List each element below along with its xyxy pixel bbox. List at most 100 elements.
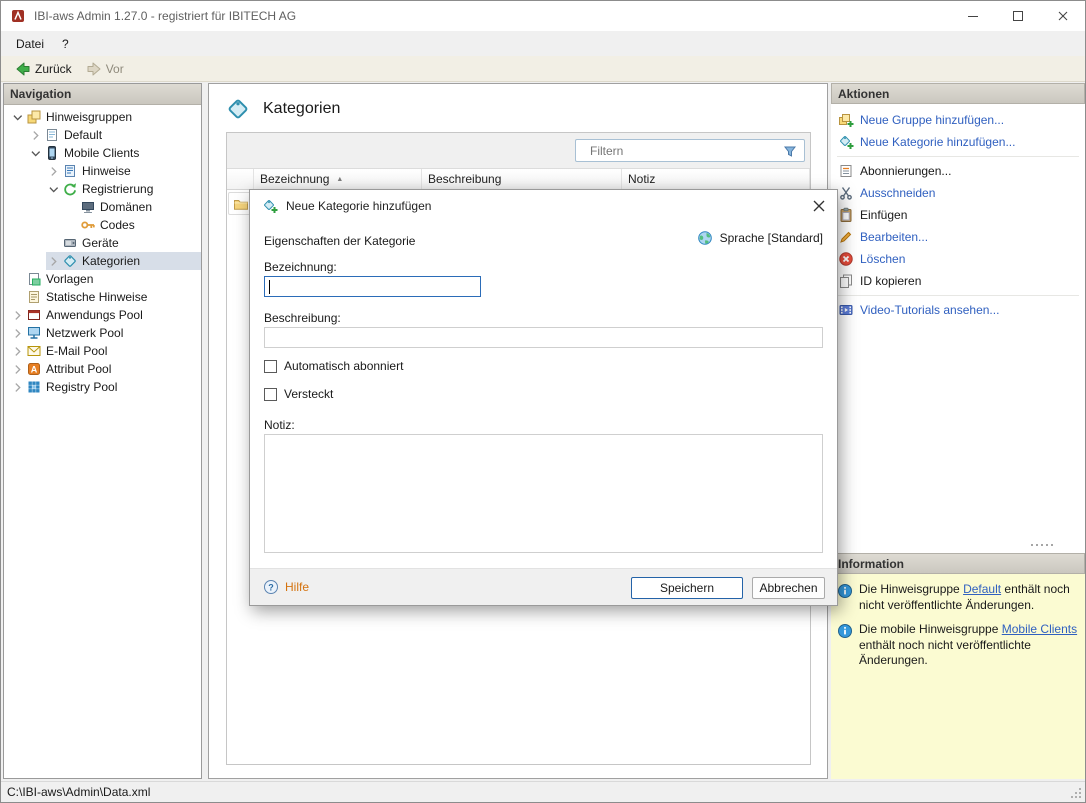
key-icon: [80, 217, 96, 233]
column-header-bezeichnung[interactable]: Bezeichnung▲: [254, 169, 422, 189]
versteckt-label: Versteckt: [284, 387, 333, 401]
info-link-default[interactable]: Default: [963, 582, 1001, 596]
action-einf-gen[interactable]: Einfügen: [831, 204, 1085, 226]
back-button[interactable]: Zurück: [9, 59, 78, 79]
tree-item-registrierung[interactable]: Registrierung: [46, 180, 201, 198]
forward-button[interactable]: Vor: [80, 59, 130, 79]
tree-item-netzwerk-pool[interactable]: Netzwerk Pool: [10, 324, 201, 342]
info-link-mobile-clients[interactable]: Mobile Clients: [1002, 622, 1077, 636]
menu-datei[interactable]: Datei: [7, 34, 53, 54]
chevron-spacer: [64, 200, 79, 215]
tree-item-vorlagen[interactable]: Vorlagen: [10, 270, 201, 288]
titlebar: IBI-aws Admin 1.27.0 - registriert für I…: [1, 1, 1085, 31]
chevron-right-icon[interactable]: [10, 326, 25, 341]
action-id-kopieren[interactable]: ID kopieren: [831, 270, 1085, 292]
tree-item-label: Domänen: [100, 199, 156, 215]
video-icon: [838, 302, 854, 318]
info-text: Die Hinweisgruppe Default enthält noch n…: [859, 582, 1079, 613]
tree-row: E-Mail Pool: [4, 342, 201, 360]
help-link[interactable]: ? Hilfe: [263, 579, 309, 595]
tree-item-statische-hinweise[interactable]: Statische Hinweise: [10, 288, 201, 306]
menubar: Datei ?: [1, 31, 1085, 56]
tree-row: Vorlagen: [4, 270, 201, 288]
action-bearbeiten[interactable]: Bearbeiten...: [831, 226, 1085, 248]
chevron-right-icon[interactable]: [46, 254, 61, 269]
chevron-down-icon[interactable]: [46, 182, 61, 197]
tree-row: Netzwerk Pool: [4, 324, 201, 342]
tree-item-attribut-pool[interactable]: AAttribut Pool: [10, 360, 201, 378]
beschreibung-input[interactable]: [264, 327, 823, 348]
column-header-notiz[interactable]: Notiz: [622, 169, 810, 189]
action-l-schen[interactable]: Löschen: [831, 248, 1085, 270]
filter-icon[interactable]: [782, 143, 798, 159]
maximize-icon: [1010, 8, 1026, 24]
app-logo-icon: [10, 8, 26, 24]
copy-icon: [838, 273, 854, 289]
action-label: ID kopieren: [860, 274, 921, 288]
tree-row: Registry Pool: [4, 378, 201, 396]
tree-item-mobile-clients[interactable]: Mobile Clients: [28, 144, 201, 162]
edit-icon: [838, 229, 854, 245]
notiz-textarea[interactable]: [264, 434, 823, 553]
menu-help[interactable]: ?: [53, 34, 78, 54]
chevron-down-icon[interactable]: [28, 146, 43, 161]
action-neue-kategorie-hinzuf-gen[interactable]: Neue Kategorie hinzufügen...: [831, 131, 1085, 153]
tree-item-ger-te[interactable]: Geräte: [46, 234, 201, 252]
versteckt-checkbox[interactable]: [264, 388, 277, 401]
action-label: Einfügen: [860, 208, 907, 222]
action-neue-gruppe-hinzuf-gen[interactable]: Neue Gruppe hinzufügen...: [831, 109, 1085, 131]
save-button[interactable]: Speichern: [631, 577, 743, 599]
tree-item-anwendungs-pool[interactable]: Anwendungs Pool: [10, 306, 201, 324]
chevron-right-icon[interactable]: [28, 128, 43, 143]
cancel-button[interactable]: Abbrechen: [752, 577, 825, 599]
close-button[interactable]: [1040, 1, 1085, 30]
tree-row: Registrierung: [4, 180, 201, 198]
close-icon[interactable]: [811, 198, 827, 214]
separator: [837, 295, 1079, 296]
automatisch-abonniert-row: Automatisch abonniert: [264, 359, 403, 373]
action-label: Neue Kategorie hinzufügen...: [860, 135, 1015, 149]
column-header-icon[interactable]: [227, 169, 254, 189]
window-resize-grip[interactable]: [1069, 786, 1083, 800]
chevron-spacer: [10, 272, 25, 287]
bezeichnung-input[interactable]: [264, 276, 481, 297]
action-abonnierungen[interactable]: Abonnierungen...: [831, 160, 1085, 182]
chevron-right-icon[interactable]: [10, 380, 25, 395]
actions-header: Aktionen: [831, 83, 1085, 104]
chevron-right-icon[interactable]: [10, 308, 25, 323]
column-label: Bezeichnung: [260, 172, 329, 186]
column-label: Notiz: [628, 172, 655, 186]
forward-button-label: Vor: [106, 62, 124, 76]
tree-row: Mobile Clients: [4, 144, 201, 162]
attribute-icon: A: [26, 361, 42, 377]
tree-item-registry-pool[interactable]: Registry Pool: [10, 378, 201, 396]
chevron-right-icon[interactable]: [46, 164, 61, 179]
tree-item-hinweise[interactable]: Hinweise: [46, 162, 201, 180]
language-selector[interactable]: Sprache [Standard]: [697, 230, 823, 246]
tree-item-dom-nen[interactable]: Domänen: [64, 198, 201, 216]
tree-item-hinweisgruppen[interactable]: Hinweisgruppen: [10, 108, 201, 126]
column-header-beschreibung[interactable]: Beschreibung: [422, 169, 622, 189]
minimize-button[interactable]: [950, 1, 995, 30]
automatisch-abonniert-checkbox[interactable]: [264, 360, 277, 373]
panel-splitter-grip[interactable]: [1031, 544, 1053, 546]
chevron-right-icon[interactable]: [10, 362, 25, 377]
chevron-down-icon[interactable]: [10, 110, 25, 125]
tree-item-kategorien[interactable]: Kategorien: [46, 252, 201, 270]
tree-item-label: Codes: [100, 217, 139, 233]
maximize-button[interactable]: [995, 1, 1040, 30]
tree-item-codes[interactable]: Codes: [64, 216, 201, 234]
action-label: Ausschneiden: [860, 186, 935, 200]
tree-item-e-mail-pool[interactable]: E-Mail Pool: [10, 342, 201, 360]
action-label: Neue Gruppe hinzufügen...: [860, 113, 1004, 127]
action-ausschneiden[interactable]: Ausschneiden: [831, 182, 1085, 204]
chevron-right-icon[interactable]: [10, 344, 25, 359]
action-video-tutorials-ansehen[interactable]: Video-Tutorials ansehen...: [831, 299, 1085, 321]
delete-icon: [838, 251, 854, 267]
action-label: Abonnierungen...: [860, 164, 951, 178]
app-window: IBI-aws Admin 1.27.0 - registriert für I…: [0, 0, 1086, 803]
window-controls: [950, 1, 1085, 30]
filter-input[interactable]: [576, 144, 782, 158]
info-icon: [837, 583, 853, 599]
tree-item-default[interactable]: Default: [28, 126, 201, 144]
